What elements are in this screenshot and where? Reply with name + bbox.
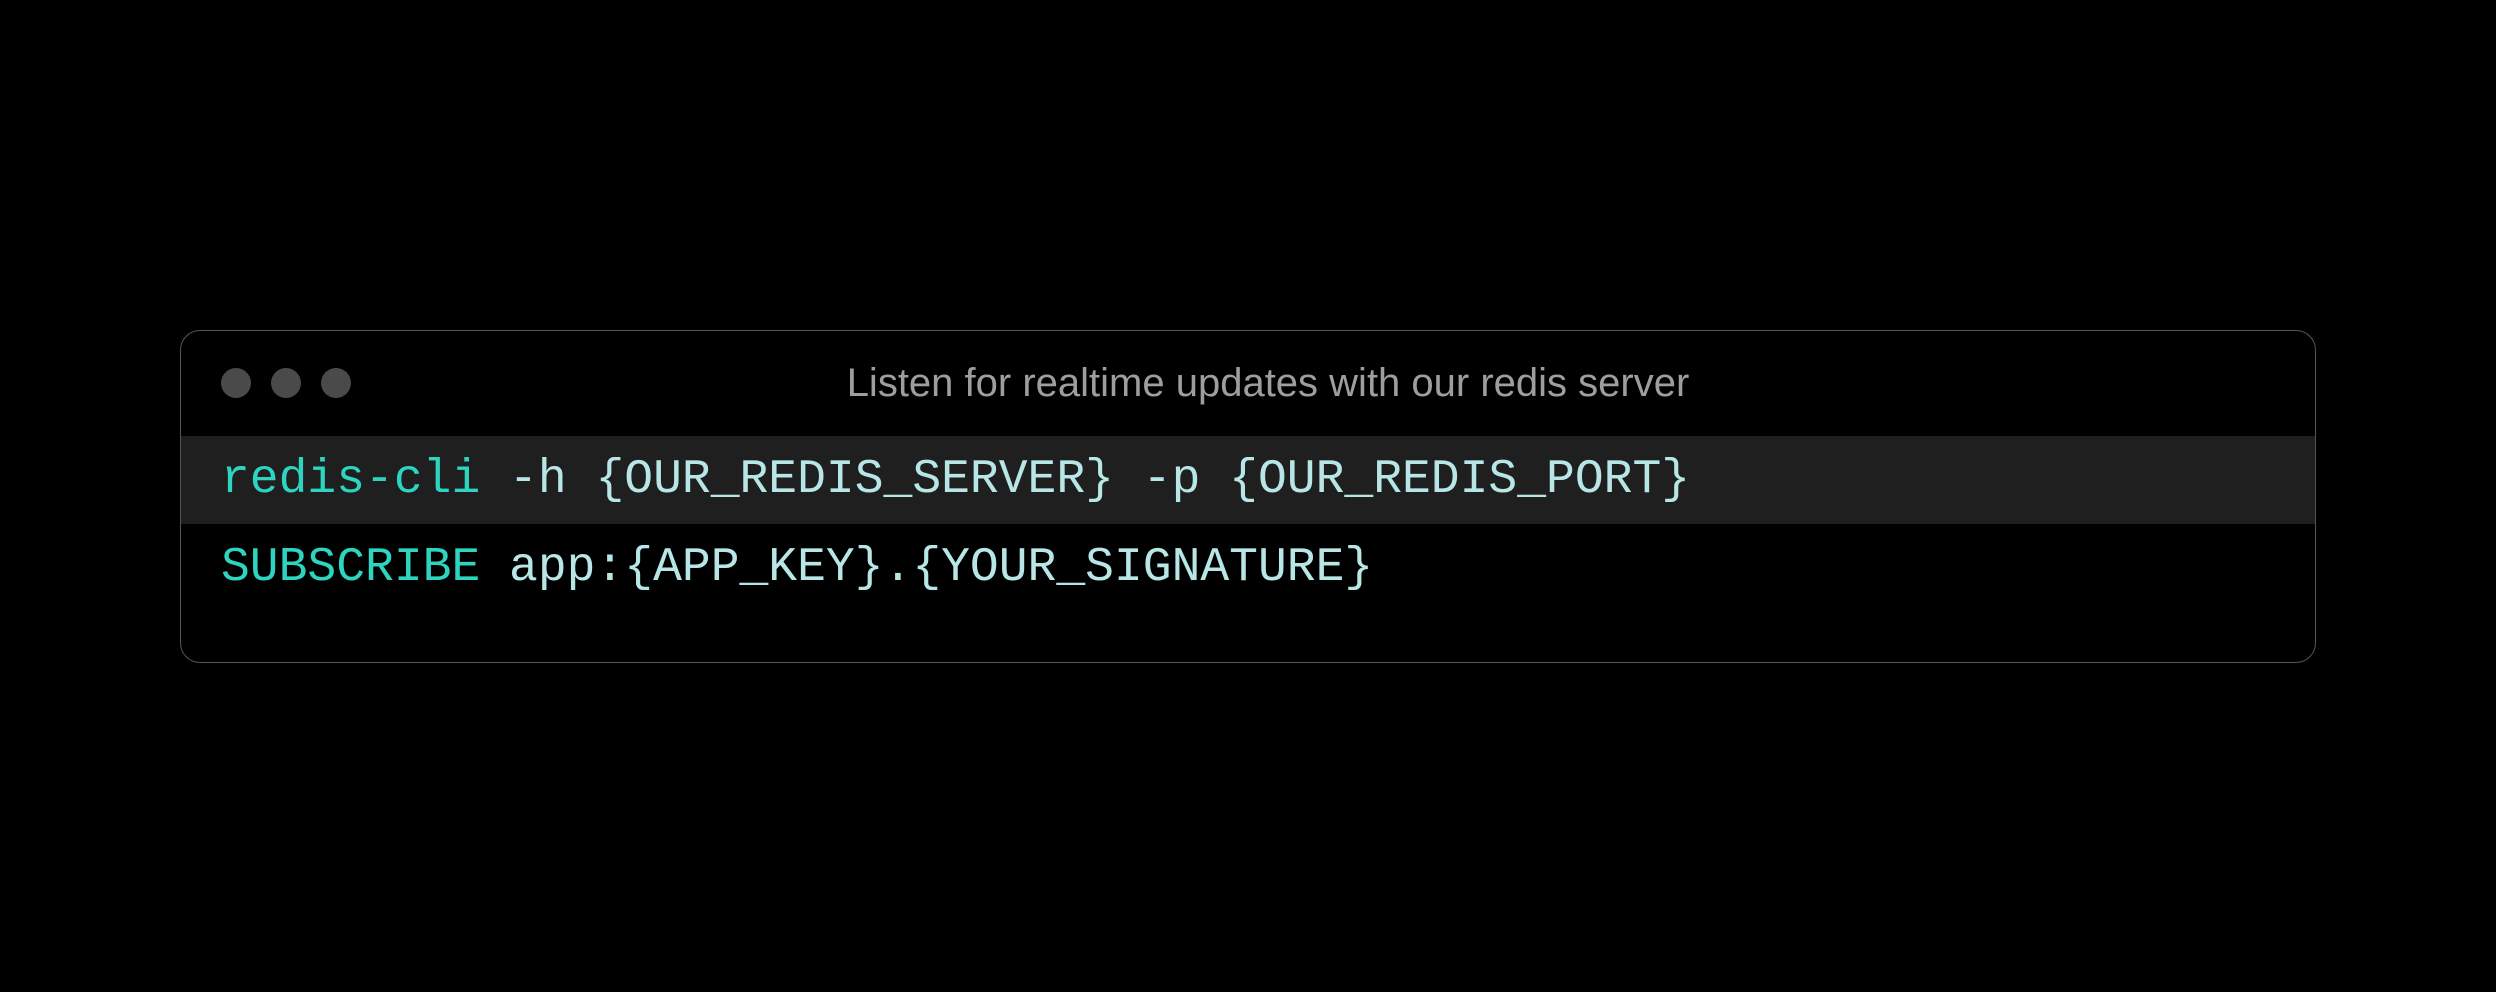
terminal-window: Listen for realtime updates with our red… (180, 330, 2316, 663)
code-line: redis-cli -h {OUR_REDIS_SERVER} -p {OUR_… (181, 436, 2315, 524)
code-token-command: redis-cli (221, 453, 480, 507)
terminal-title: Listen for realtime updates with our red… (261, 361, 2275, 406)
code-token-keyword: SUBSCRIBE (221, 541, 480, 595)
terminal-body[interactable]: redis-cli -h {OUR_REDIS_SERVER} -p {OUR_… (181, 436, 2315, 662)
code-token-arg: -h {OUR_REDIS_SERVER} -p {OUR_REDIS_PORT… (480, 453, 1690, 507)
terminal-header: Listen for realtime updates with our red… (181, 331, 2315, 436)
code-line: SUBSCRIBE app:{APP_KEY}.{YOUR_SIGNATURE} (181, 524, 2315, 612)
close-icon[interactable] (221, 368, 251, 398)
code-token-arg: app:{APP_KEY}.{YOUR_SIGNATURE} (480, 541, 1373, 595)
